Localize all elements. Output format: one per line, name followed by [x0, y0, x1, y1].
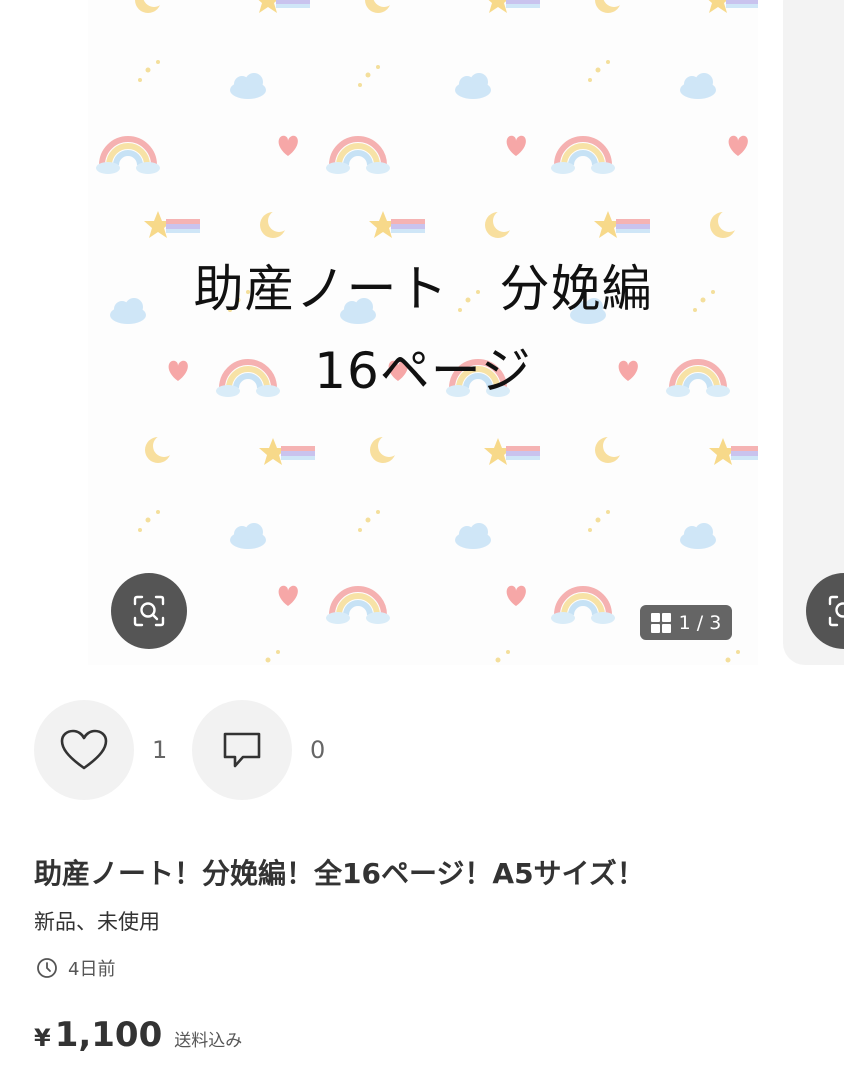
image-search-button[interactable] — [111, 573, 187, 649]
comment-icon — [223, 732, 261, 768]
image-overlay-text: 助産ノート 分娩編 16ページ — [88, 248, 758, 412]
item-title: 助産ノート！分娩編！全16ページ！A5サイズ！ — [34, 857, 645, 890]
image-counter-text: 1 / 3 — [678, 611, 722, 634]
shipping-label: 送料込み — [174, 1031, 243, 1051]
price-currency: ¥ — [34, 1024, 51, 1052]
posted-time-text: 4日前 — [68, 959, 116, 980]
comment-button[interactable] — [192, 700, 292, 800]
like-button[interactable] — [34, 700, 134, 800]
image-carousel[interactable]: 助産ノート 分娩編 16ページ 1 / 3 — [0, 0, 844, 665]
scan-search-icon — [133, 595, 165, 627]
grid-icon — [650, 612, 671, 633]
clock-icon — [37, 958, 57, 978]
price: ¥ 1,100 送料込み — [34, 1015, 242, 1055]
image-counter[interactable]: 1 / 3 — [640, 605, 732, 640]
posted-time: 4日前 — [36, 955, 115, 981]
scan-search-icon — [828, 595, 844, 627]
action-bar: 1 0 — [34, 700, 350, 800]
like-count: 1 — [152, 736, 168, 764]
overlay-line-1: 助産ノート 分娩編 — [193, 260, 653, 318]
comment-count: 0 — [310, 736, 326, 764]
next-image-preview[interactable] — [783, 0, 844, 665]
heart-icon — [60, 729, 108, 770]
item-condition: 新品、未使用 — [34, 910, 160, 934]
product-image[interactable]: 助産ノート 分娩編 16ページ — [88, 0, 758, 665]
overlay-line-2: 16ページ — [314, 342, 532, 400]
price-amount: 1,100 — [54, 1015, 163, 1055]
